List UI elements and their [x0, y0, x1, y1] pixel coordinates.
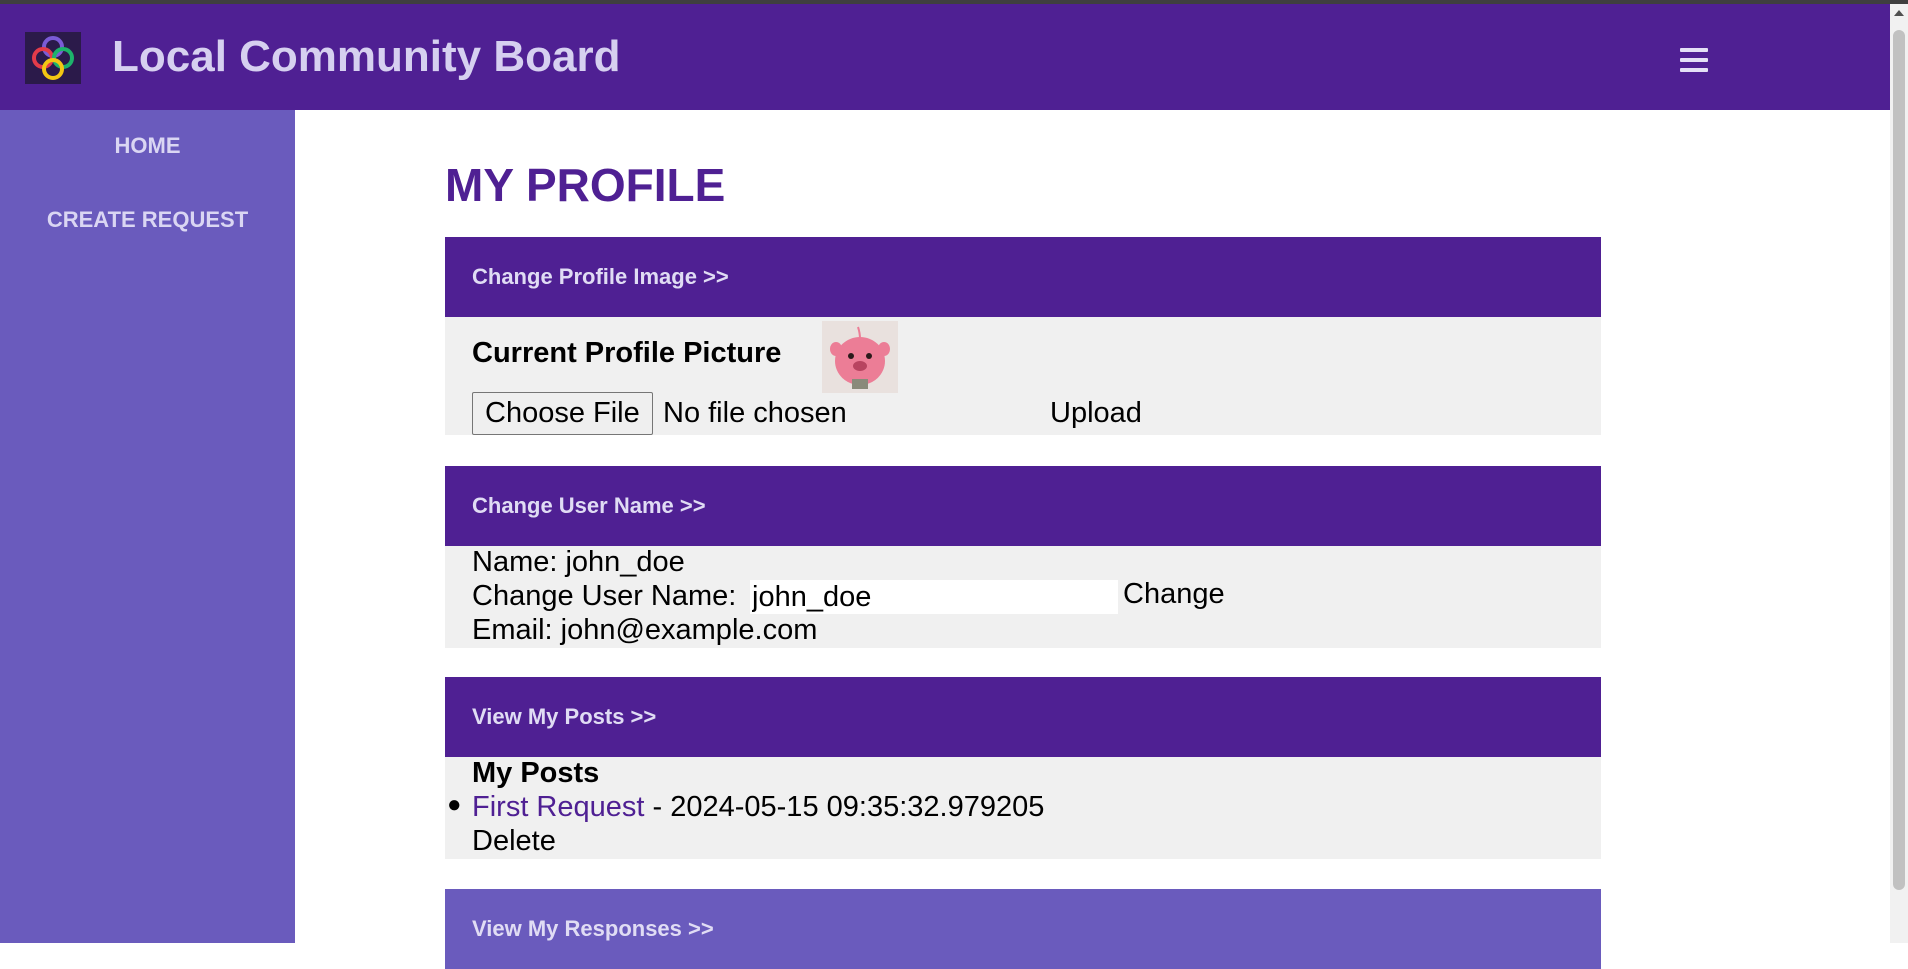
- change-user-name-button[interactable]: Change: [1123, 578, 1225, 611]
- scroll-thumb[interactable]: [1893, 30, 1905, 890]
- app-title: Local Community Board: [112, 32, 621, 81]
- change-profile-image-header[interactable]: Change Profile Image >>: [445, 237, 1601, 317]
- view-my-posts-header[interactable]: View My Posts >>: [445, 677, 1601, 757]
- change-user-name-label: Change User Name:: [472, 580, 737, 612]
- sidebar-item-create-request[interactable]: CREATE REQUEST: [0, 207, 295, 233]
- app-header: Local Community Board: [0, 4, 1890, 110]
- list-bullet: ●: [447, 791, 462, 818]
- post-link[interactable]: First Request: [472, 791, 644, 823]
- upload-button[interactable]: Upload: [1050, 397, 1142, 430]
- delete-post-button[interactable]: Delete: [472, 825, 556, 858]
- hamburger-menu-icon[interactable]: [1680, 48, 1708, 74]
- sidebar-item-home[interactable]: HOME: [0, 133, 295, 159]
- name-display: Name: john_doe: [472, 546, 685, 578]
- current-profile-picture-label: Current Profile Picture: [472, 337, 782, 369]
- my-posts-heading: My Posts: [472, 757, 600, 789]
- user-name-panel: Name: john_doe Change User Name: Change …: [445, 546, 1601, 648]
- user-name-input[interactable]: [750, 580, 1118, 614]
- post-timestamp: - 2024-05-15 09:35:32.979205: [644, 791, 1045, 823]
- choose-file-button[interactable]: Choose File: [472, 392, 653, 435]
- page-scrollbar[interactable]: [1890, 4, 1908, 943]
- page-title: MY PROFILE: [445, 159, 726, 211]
- app-logo-icon[interactable]: [25, 32, 81, 84]
- view-my-responses-header[interactable]: View My Responses >>: [445, 889, 1601, 969]
- change-user-name-header[interactable]: Change User Name >>: [445, 466, 1601, 546]
- scroll-up-arrow-icon[interactable]: [1894, 10, 1904, 16]
- posts-panel: My Posts ● First Request - 2024-05-15 09…: [445, 757, 1601, 859]
- avatar: [822, 321, 898, 393]
- file-status-text: No file chosen: [663, 397, 847, 429]
- sidebar: HOME CREATE REQUEST: [0, 110, 295, 943]
- profile-image-panel: Current Profile Picture Choose File No f…: [445, 317, 1601, 435]
- list-item: First Request - 2024-05-15 09:35:32.9792…: [472, 791, 1044, 824]
- email-display: Email: john@example.com: [472, 614, 818, 646]
- main-content: MY PROFILE Change Profile Image >> Curre…: [295, 110, 1890, 969]
